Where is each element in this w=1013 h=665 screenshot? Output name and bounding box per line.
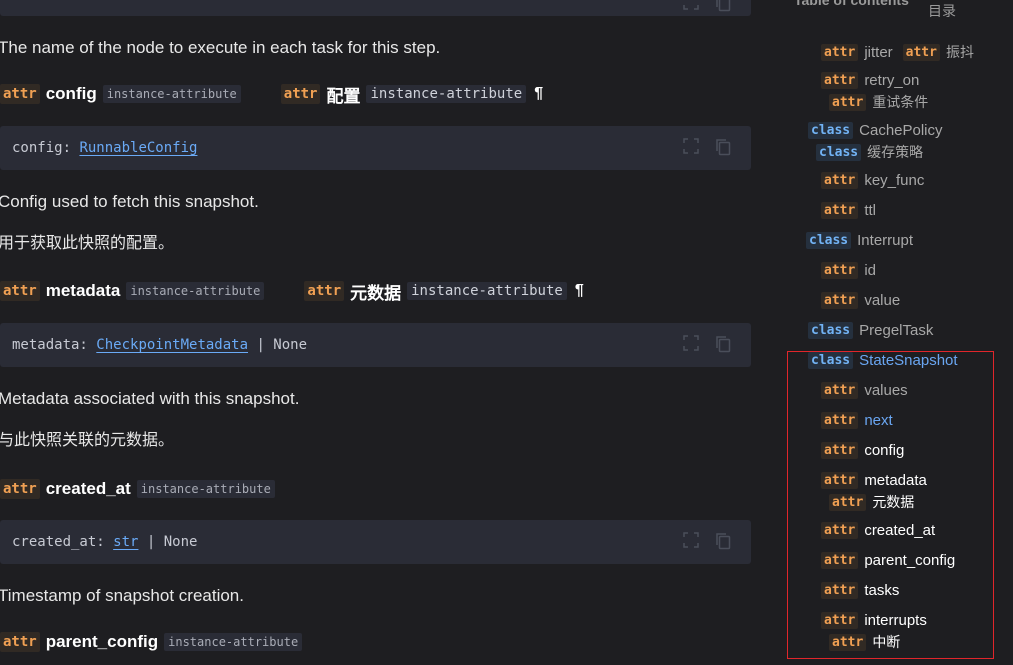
code-block-created-at: created_at: str | None [0, 520, 751, 564]
type-link[interactable]: str [113, 534, 138, 550]
toc-label-zh: 缓存策略 [867, 144, 924, 160]
code-suffix: | None [248, 337, 308, 353]
toc-label: retry_on [864, 72, 920, 89]
instance-attribute-label-zh: instance-attribute [366, 85, 527, 103]
attribute-name: created_at [45, 479, 131, 498]
toc-title-zh: 目录 [928, 3, 956, 19]
toc-item-key-func[interactable]: attr key_func [821, 172, 924, 189]
description-text-zh: 用于获取此快照的配置。 [0, 235, 175, 252]
attribute-heading-config: attr config instance-attribute attr 配置 i… [0, 81, 543, 107]
code-text: config: [12, 140, 80, 156]
instance-attribute-label-zh: instance-attribute [407, 282, 567, 300]
toc-label: jitter [864, 43, 893, 61]
attribute-heading-created-at: attr created_at instance-attribute [0, 476, 275, 502]
description-text-zh: 与此快照关联的元数据。 [0, 432, 175, 449]
toc-item-id[interactable]: attr id [821, 262, 876, 279]
code-block-config: config: RunnableConfig [0, 126, 751, 170]
toc-title: Table of contents [794, 0, 909, 8]
instance-attribute-label: instance-attribute [102, 85, 241, 103]
attribute-heading-metadata: attr metadata instance-attribute attr 元数… [0, 278, 584, 304]
attr-badge-zh: attr [902, 43, 940, 61]
toc-label: ttl [864, 202, 876, 219]
instance-attribute-label: instance-attribute [164, 633, 303, 651]
toc-item-retry-on-zh[interactable]: attr 重试条件 [829, 92, 928, 112]
copy-icon[interactable] [715, 0, 731, 12]
toc-item-value[interactable]: attr value [821, 292, 900, 309]
toc-item-ttl[interactable]: attr ttl [821, 202, 876, 219]
permalink-anchor[interactable]: ¶ [534, 85, 543, 103]
toc-item-retry-on[interactable]: attr retry_on [821, 72, 919, 89]
toc-label: Interrupt [857, 232, 914, 249]
attr-badge: attr [821, 43, 859, 61]
description-text: Timestamp of snapshot creation. [0, 586, 244, 605]
code-block-partial [0, 0, 751, 16]
copy-icon[interactable] [715, 138, 731, 156]
select-icon[interactable] [683, 335, 699, 353]
attribute-name-zh: 配置 [326, 86, 361, 106]
copy-icon[interactable] [715, 532, 731, 550]
select-icon[interactable] [683, 0, 699, 12]
toc-label: value [864, 292, 901, 309]
toc-item-pregel-task[interactable]: class PregelTask [808, 322, 933, 339]
permalink-anchor[interactable]: ¶ [575, 282, 584, 300]
toc-label: key_func [864, 172, 925, 189]
attr-badge: attr [821, 72, 859, 89]
code-block-metadata: metadata: CheckpointMetadata | None [0, 323, 751, 367]
attr-badge: attr [0, 281, 40, 301]
attr-badge: attr [0, 632, 40, 652]
class-badge-zh: class [816, 143, 862, 161]
highlight-box [787, 351, 994, 659]
type-link[interactable]: CheckpointMetadata [96, 337, 248, 353]
select-icon[interactable] [683, 532, 699, 550]
attr-badge-zh: attr [280, 84, 321, 104]
code-text: created_at: [12, 534, 114, 550]
attr-badge-zh: attr [304, 281, 345, 301]
attribute-name: config [45, 84, 97, 103]
copy-icon[interactable] [715, 335, 731, 353]
toc-label: PregelTask [859, 322, 934, 339]
toc-item-interrupt[interactable]: class Interrupt [806, 232, 913, 249]
toc-label: CachePolicy [859, 122, 943, 139]
attribute-name-zh: 元数据 [350, 283, 402, 303]
class-badge: class [808, 122, 854, 139]
main-content: The name of the node to execute in each … [0, 0, 760, 665]
type-link[interactable]: RunnableConfig [79, 140, 197, 156]
code-text: metadata: [12, 337, 97, 353]
instance-attribute-label: instance-attribute [136, 480, 275, 498]
select-icon[interactable] [683, 138, 699, 156]
toc-label-zh: 振抖 [945, 44, 974, 60]
description-text: The name of the node to execute in each … [0, 38, 441, 57]
class-badge: class [808, 322, 854, 339]
toc-label-zh: 重试条件 [872, 94, 929, 110]
table-of-contents: Table of contents 目录 attr jitter attr 振抖… [760, 0, 1013, 665]
attr-badge: attr [821, 172, 859, 189]
attribute-name: parent_config [45, 632, 159, 651]
toc-item-jitter[interactable]: attr jitter attr 振抖 [821, 42, 974, 62]
toc-item-cache-policy[interactable]: class CachePolicy [808, 122, 943, 139]
class-badge: class [806, 232, 852, 249]
attr-badge: attr [0, 479, 40, 499]
attribute-heading-parent-config: attr parent_config instance-attribute [0, 629, 303, 655]
attr-badge: attr [0, 84, 40, 104]
toc-label: id [864, 262, 876, 279]
description-text: Config used to fetch this snapshot. [0, 192, 259, 211]
description-text: Metadata associated with this snapshot. [0, 389, 300, 408]
toc-item-cache-policy-zh[interactable]: class 缓存策略 [816, 142, 923, 162]
instance-attribute-label: instance-attribute [126, 282, 265, 300]
attribute-name: metadata [45, 281, 121, 300]
attr-badge-zh: attr [829, 93, 867, 111]
code-suffix: | None [138, 534, 198, 550]
attr-badge: attr [821, 262, 859, 279]
attr-badge: attr [821, 202, 859, 219]
attr-badge: attr [821, 292, 859, 309]
